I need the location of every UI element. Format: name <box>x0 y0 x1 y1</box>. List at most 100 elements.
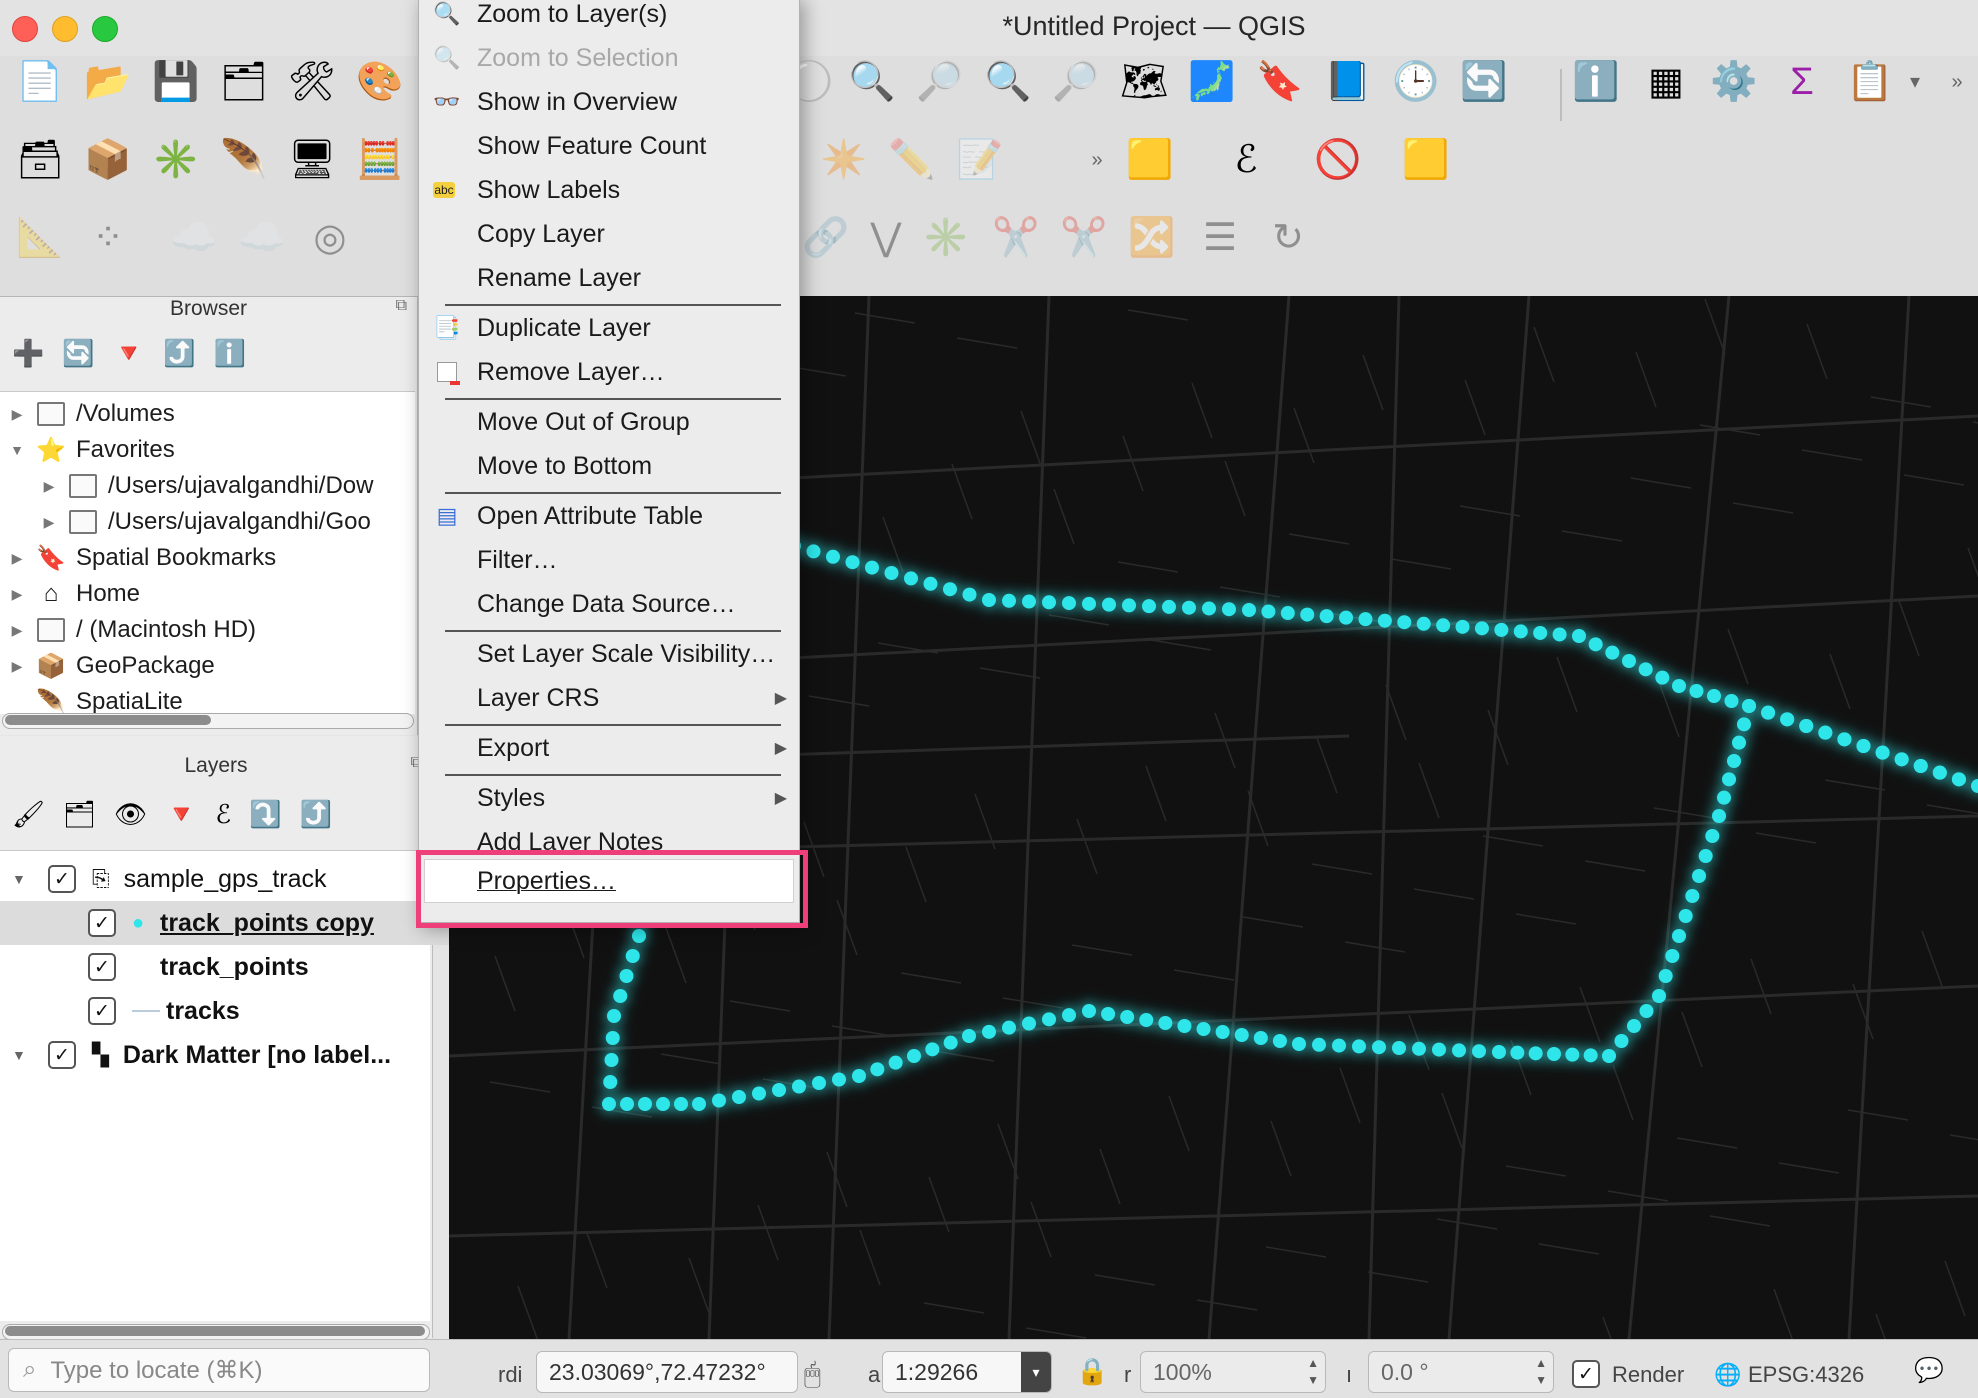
collapse-all-icon[interactable]: ⤴️ <box>300 799 332 830</box>
coordinate-field[interactable]: 23.03069°,72.47232° <box>536 1351 798 1393</box>
expand-arrow-icon[interactable]: ▶ <box>6 406 28 423</box>
menu-item-add-layer-notes[interactable]: Add Layer Notes <box>419 822 799 850</box>
expand-arrow-icon[interactable]: ▶ <box>6 550 28 567</box>
menu-item-layer-crs[interactable]: Layer CRS ▶ <box>419 678 799 718</box>
scrollbar-thumb[interactable] <box>5 1326 425 1336</box>
layer-visibility-checkbox[interactable]: ✓ <box>88 953 116 981</box>
select-features-icon[interactable]: 🟨 <box>1124 134 1176 186</box>
new-spatialite-layer-icon[interactable]: 🪶 <box>218 134 270 186</box>
menu-item-move-out-of-group[interactable]: Move Out of Group <box>419 402 799 442</box>
open-layer-styling-icon[interactable]: 🖌 <box>12 799 45 830</box>
new-bookmark-icon[interactable]: 🔖 <box>1254 56 1306 108</box>
digitize-icon[interactable]: ✏️ <box>886 134 938 186</box>
menu-item-show-labels[interactable]: abc Show Labels <box>419 170 799 210</box>
split-features-icon[interactable]: ✂️ <box>990 212 1042 264</box>
refresh-icon[interactable]: 🔄 <box>1458 56 1510 108</box>
settings-gear-icon[interactable]: ⚙️ <box>1708 56 1760 108</box>
lock-scale-icon[interactable]: 🔒 <box>1076 1356 1108 1387</box>
menu-item-styles[interactable]: Styles ▶ <box>419 778 799 818</box>
filter-legend-icon[interactable]: 🔻 <box>165 799 197 830</box>
menu-item-open-attribute-table[interactable]: ▤ Open Attribute Table <box>419 496 799 536</box>
menu-item-show-in-overview[interactable]: 👓 Show in Overview <box>419 82 799 122</box>
layer-item-tracks[interactable]: ✓ tracks <box>0 989 518 1033</box>
new-print-layout-icon[interactable]: 🗂 <box>218 56 270 108</box>
crs-label[interactable]: EPSG:4326 <box>1748 1362 1864 1388</box>
magnifier-spinbox[interactable]: 100% ▲ ▼ <box>1140 1351 1326 1393</box>
layer-item-dark-matter[interactable]: ▼ ✓ ▚ Dark Matter [no label... <box>0 1033 442 1077</box>
toolbar-overflow-icon[interactable]: » <box>1082 134 1112 186</box>
expand-arrow-icon[interactable]: ▶ <box>38 514 60 531</box>
layer-visibility-checkbox[interactable]: ✓ <box>88 909 116 937</box>
save-project-icon[interactable]: 💾 <box>150 56 202 108</box>
new-geopackage-layer-icon[interactable]: 📦 <box>82 134 134 186</box>
temporal-controller-icon[interactable]: 🕒 <box>1390 56 1442 108</box>
menu-item-zoom-to-layer[interactable]: 🔍 Zoom to Layer(s) <box>419 0 799 34</box>
layer-group-sample-gps-track[interactable]: ▼ ✓ ⎘ sample_gps_track <box>0 857 442 901</box>
offset-curve-icon[interactable]: ☰ <box>1194 212 1246 264</box>
deselect-all-icon[interactable]: 🚫 <box>1312 134 1364 186</box>
open-field-calculator-icon[interactable]: 📋 <box>1844 56 1896 108</box>
browser-horizontal-scrollbar[interactable] <box>2 713 414 729</box>
fill-ring-icon[interactable]: ⋁ <box>860 212 912 264</box>
render-checkbox[interactable]: ✓ <box>1572 1360 1600 1388</box>
globe-icon[interactable]: 🌐 <box>1714 1362 1741 1388</box>
dropdown-arrow-icon[interactable]: ▾ <box>1900 56 1930 108</box>
show-bookmarks-icon[interactable]: 📘 <box>1322 56 1374 108</box>
browser-item-geopackage[interactable]: ▶ 📦 GeoPackage <box>6 648 215 684</box>
refresh-icon[interactable]: 🔄 <box>62 338 94 369</box>
menu-item-move-to-bottom[interactable]: Move to Bottom <box>419 446 799 486</box>
select-by-expression-icon[interactable]: ℰ <box>1220 134 1272 186</box>
rotate-feature-icon[interactable]: ☁️ <box>168 212 220 264</box>
expand-all-icon[interactable]: ⤵️ <box>249 799 281 830</box>
locator-search-input[interactable]: ⌕ Type to locate (⌘K) <box>8 1348 430 1392</box>
menu-item-duplicate-layer[interactable]: 📑 Duplicate Layer <box>419 308 799 348</box>
spinner-arrows-icon[interactable]: ▲ ▼ <box>1535 1355 1547 1389</box>
new-3d-view-icon[interactable]: 🗾 <box>1186 56 1238 108</box>
filter-by-expression-icon[interactable]: ℰ <box>215 799 231 830</box>
layer-item-track-points[interactable]: ✓ track_points <box>0 945 518 989</box>
statistical-summary-icon[interactable]: Σ <box>1776 56 1828 108</box>
expand-arrow-icon[interactable]: ▶ <box>6 658 28 675</box>
delete-ring-icon[interactable]: ✳️ <box>920 212 972 264</box>
browser-item-favorites[interactable]: ▼ ⭐ Favorites <box>6 432 175 468</box>
vertex-tool-icon[interactable]: ✴️ <box>818 134 870 186</box>
menu-item-remove-layer[interactable]: Remove Layer… <box>419 352 799 392</box>
manage-visibility-icon[interactable]: 👁 <box>114 799 147 830</box>
menu-item-rename-layer[interactable]: Rename Layer <box>419 258 799 298</box>
messages-icon[interactable]: 💬 <box>1914 1356 1944 1385</box>
reverse-line-icon[interactable]: ↻ <box>1262 212 1314 264</box>
menu-item-set-layer-scale-visibility[interactable]: Set Layer Scale Visibility… <box>419 634 799 674</box>
collapse-arrow-icon[interactable]: ▼ <box>6 442 28 458</box>
new-project-icon[interactable]: 📄 <box>14 56 66 108</box>
new-virtual-layer-icon[interactable]: 🖥 <box>286 134 338 186</box>
collapse-all-icon[interactable]: ⤴️ <box>163 338 195 369</box>
move-feature-icon[interactable]: ⁘ <box>82 212 134 264</box>
menu-item-show-feature-count[interactable]: Show Feature Count <box>419 126 799 166</box>
menu-item-export[interactable]: Export ▶ <box>419 728 799 768</box>
rotation-spinbox[interactable]: 0.0 ° ▲ ▼ <box>1368 1351 1554 1393</box>
filter-icon[interactable]: 🔻 <box>113 338 145 369</box>
spinner-arrows-icon[interactable]: ▲ ▼ <box>1307 1355 1319 1389</box>
new-mesh-layer-icon[interactable]: 🧮 <box>354 134 406 186</box>
browser-item-downloads[interactable]: ▶ /Users/ujavalgandhi/Dow <box>38 468 374 504</box>
chevron-down-icon[interactable]: ▾ <box>1021 1352 1051 1392</box>
measure-icon[interactable]: 📐 <box>14 212 66 264</box>
browser-item-spatialite[interactable]: 🪶 SpatiaLite <box>6 684 183 714</box>
collapse-arrow-icon[interactable]: ▼ <box>12 871 34 887</box>
select-by-location-icon[interactable]: 🟨 <box>1400 134 1452 186</box>
collapse-arrow-icon[interactable]: ▼ <box>12 1047 34 1063</box>
layer-visibility-checkbox[interactable]: ✓ <box>48 865 76 893</box>
new-shapefile-layer-icon[interactable]: ✳️ <box>150 134 202 186</box>
data-source-manager-icon[interactable]: 🗃 <box>14 134 66 186</box>
attribute-table-icon[interactable]: ▦ <box>1640 56 1692 108</box>
browser-item-google[interactable]: ▶ /Users/ujavalgandhi/Goo <box>38 504 371 540</box>
expand-arrow-icon[interactable]: ▶ <box>6 622 28 639</box>
identify-features-icon[interactable]: ℹ️ <box>1570 56 1622 108</box>
zoom-in-icon[interactable]: 🔍 <box>846 56 898 108</box>
browser-item-macintosh-hd[interactable]: ▶ / (Macintosh HD) <box>6 612 256 648</box>
simplify-feature-icon[interactable]: ☁️ <box>236 212 288 264</box>
panel-float-icon[interactable]: ⧉ <box>396 297 407 315</box>
add-ring-icon[interactable]: ◎ <box>304 212 356 264</box>
add-layer-icon[interactable]: ➕ <box>12 338 44 369</box>
browser-item-spatial-bookmarks[interactable]: ▶ 🔖 Spatial Bookmarks <box>6 540 276 576</box>
